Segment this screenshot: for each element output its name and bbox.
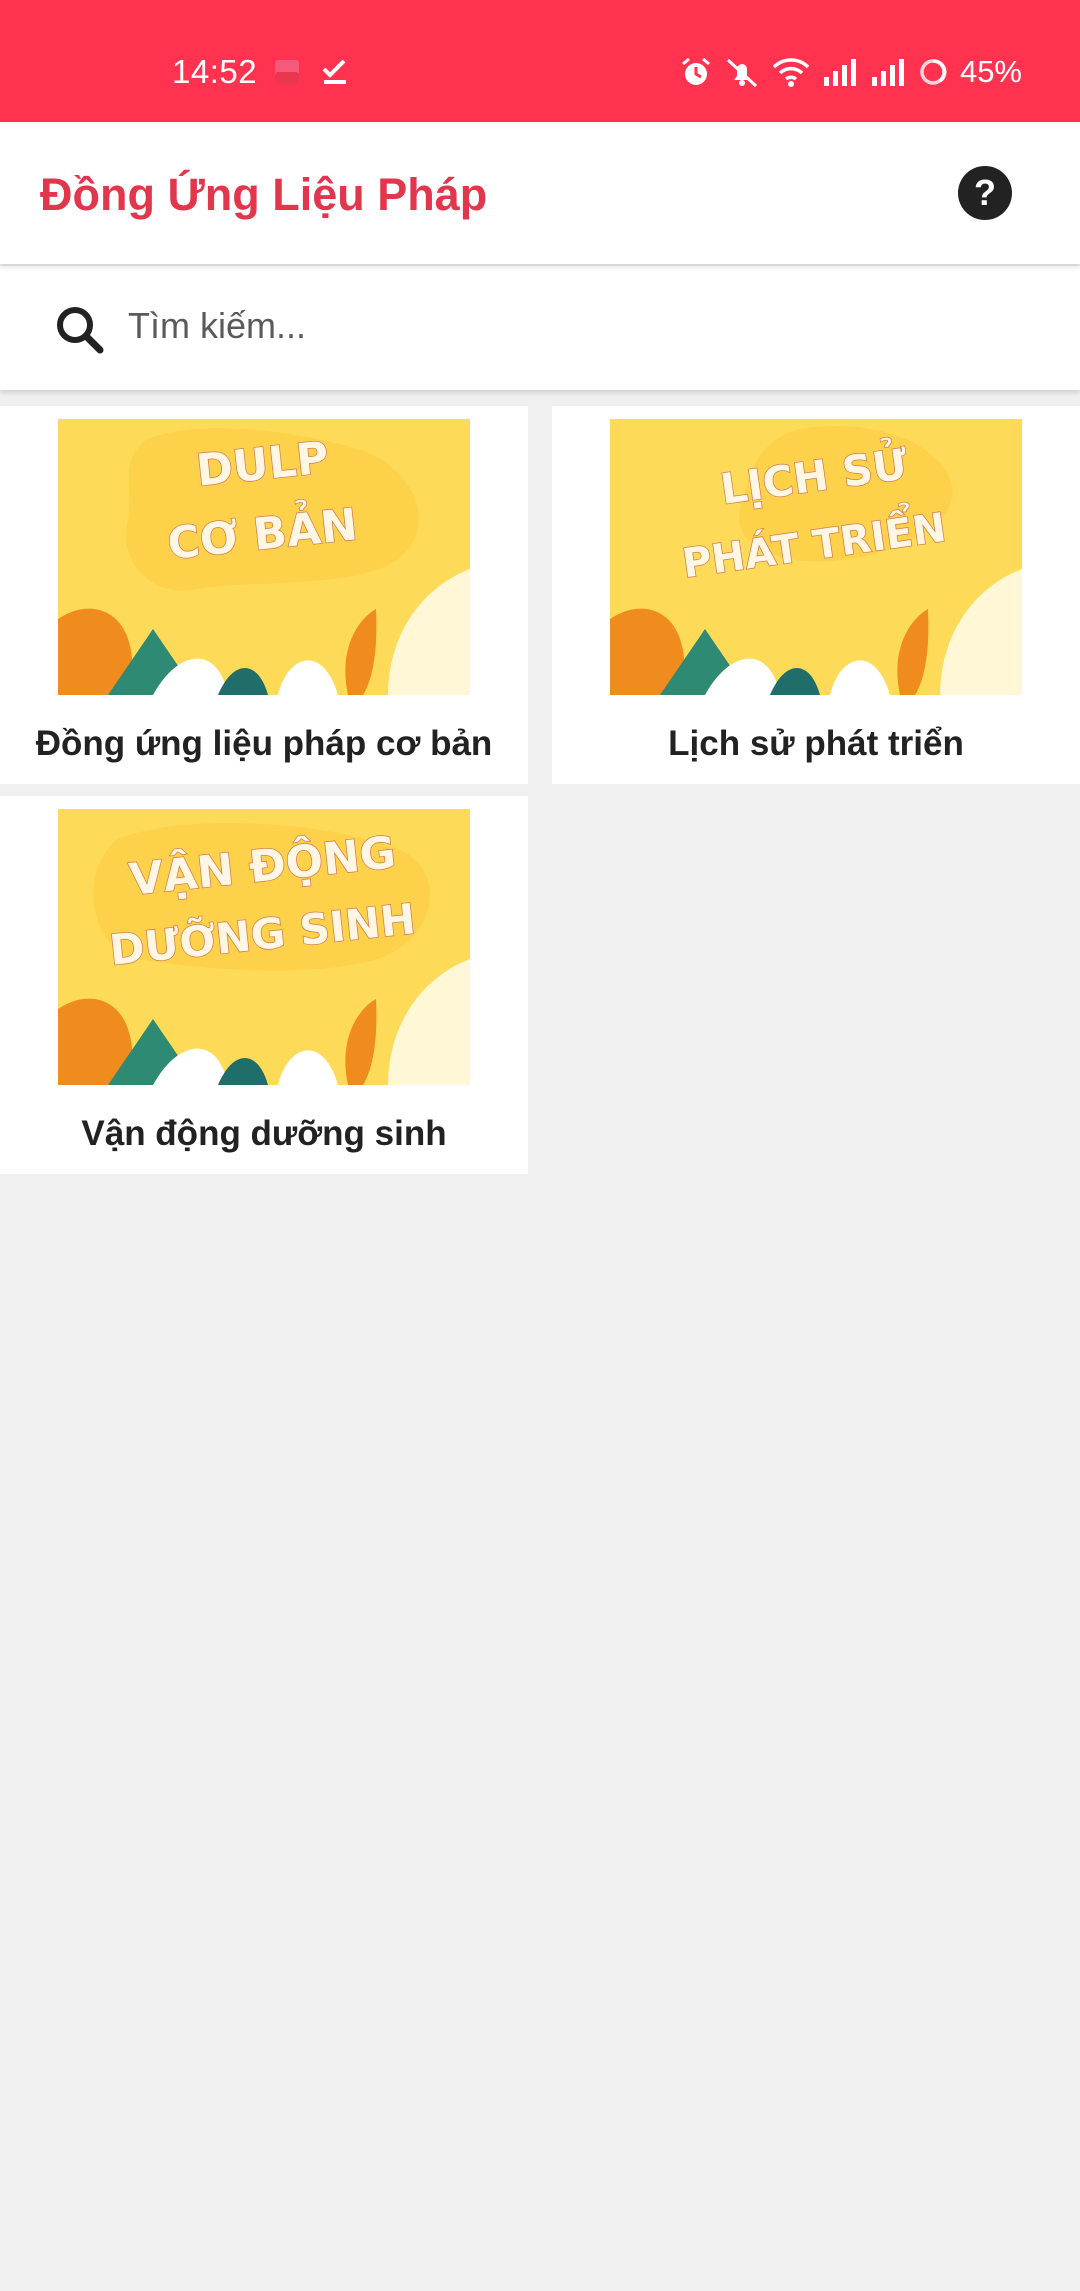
category-card-exercise[interactable]: VẬN ĐỘNG DƯỠNG SINH Vận động dưỡng sinh [0,796,528,1174]
category-card-history[interactable]: LỊCH SỬ PHÁT TRIỂN Lịch sử phát triển [552,406,1080,784]
category-thumbnail: DULP CƠ BẢN [58,419,470,695]
status-time: 14:52 [172,53,258,90]
signal-icon [871,59,904,86]
status-bar: 14:52 45% [0,0,1080,122]
category-thumbnail: LỊCH SỬ PHÁT TRIỂN [610,419,1022,695]
mute-icon [726,58,757,88]
search-icon [57,307,104,354]
battery-percent: 45% [959,54,1022,89]
signal-icon [823,59,856,86]
category-label: Lịch sử phát triển [668,724,964,763]
category-thumbnail: VẬN ĐỘNG DƯỠNG SINH [58,809,470,1085]
search-input[interactable] [128,294,1008,358]
app-bar: Đồng Ứng Liệu Pháp ? [0,122,1080,264]
page-title: Đồng Ứng Liệu Pháp [40,169,488,220]
status-right-icons: 45% [680,52,1022,92]
task-check-icon [322,59,346,84]
wifi-icon [772,58,810,87]
question-circle-icon[interactable]: ? [958,166,1012,220]
category-label: Vận động dưỡng sinh [81,1114,447,1153]
category-card-basic[interactable]: DULP CƠ BẢN Đồng ứng liệu pháp cơ bản [0,406,528,784]
battery-icon [920,59,947,85]
search-bar [0,266,1080,390]
notification-app-icon [275,60,299,84]
category-label: Đồng ứng liệu pháp cơ bản [35,724,493,763]
alarm-icon [681,57,710,85]
status-left-icons [274,56,348,88]
